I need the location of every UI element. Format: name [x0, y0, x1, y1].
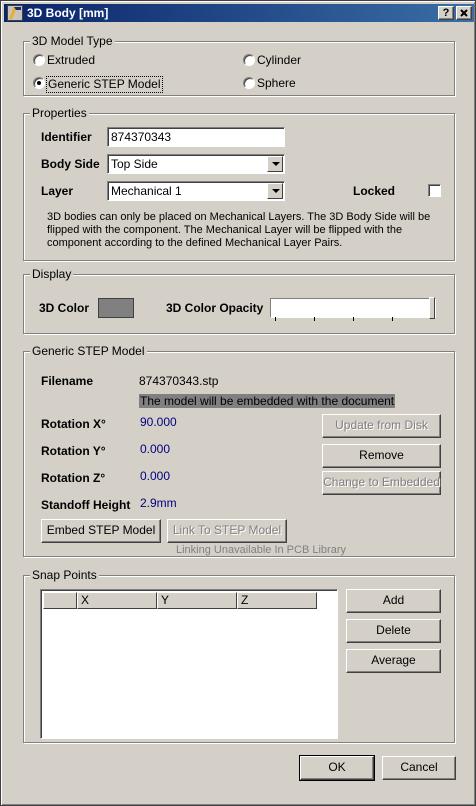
properties-note-line1: 3D bodies can only be placed on Mechanic…: [47, 211, 431, 223]
locked-checkbox[interactable]: [428, 184, 441, 197]
average-snap-points-button[interactable]: Average: [346, 649, 441, 673]
properties-note-line3: component according to the defined Mecha…: [47, 237, 343, 249]
title-bar[interactable]: 3D Body [mm] ?: [4, 4, 474, 22]
ok-button[interactable]: OK: [299, 755, 375, 781]
properties-note-line2: flipped with the component. The Mechanic…: [47, 224, 403, 236]
layer-select[interactable]: Mechanical 1: [107, 181, 285, 201]
layer-label: Layer: [41, 184, 74, 198]
radio-cylinder-label: Cylinder: [257, 53, 302, 67]
properties-group: Properties Identifier 874370343 Body Sid…: [23, 106, 455, 261]
opacity-slider[interactable]: [270, 297, 436, 321]
close-icon: [460, 9, 468, 17]
link-step-model-button[interactable]: Link To STEP Model: [167, 519, 287, 543]
rotation-x-label: Rotation X°: [41, 417, 106, 431]
model-type-legend: 3D Model Type: [30, 34, 115, 48]
opacity-slider-thumb[interactable]: [429, 297, 435, 319]
change-to-embedded-button[interactable]: Change to Embedded: [322, 471, 441, 495]
dialog-window: 3D Body [mm] ? 3D Model Type Extruded Cy…: [0, 0, 476, 806]
rotation-x-value[interactable]: 90.000: [140, 415, 177, 430]
chevron-down-icon[interactable]: [267, 183, 283, 199]
body-side-select[interactable]: Top Side: [107, 154, 285, 174]
properties-legend: Properties: [30, 106, 89, 120]
rotation-z-label: Rotation Z°: [41, 471, 106, 485]
display-group: Display 3D Color 3D Color Opacity: [23, 267, 455, 334]
column-header-blank[interactable]: [43, 592, 77, 609]
snap-points-list[interactable]: X Y Z: [40, 589, 338, 739]
step-model-group: Generic STEP Model Filename 874370343.st…: [23, 344, 455, 557]
body-side-value: Top Side: [111, 157, 158, 171]
embed-note: The model will be embedded with the docu…: [139, 394, 396, 408]
radio-sphere[interactable]: [243, 77, 255, 89]
column-header-z[interactable]: Z: [237, 592, 317, 609]
snap-points-group: Snap Points X Y Z Add Delete Average: [23, 568, 455, 743]
close-button[interactable]: [456, 6, 472, 20]
color-label: 3D Color: [39, 301, 90, 315]
add-snap-point-button[interactable]: Add: [346, 589, 441, 613]
radio-sphere-label: Sphere: [257, 76, 296, 90]
help-button[interactable]: ?: [438, 6, 454, 20]
app-icon: [7, 5, 23, 21]
column-header-x[interactable]: X: [77, 592, 157, 609]
radio-generic-step-label: Generic STEP Model: [46, 76, 163, 93]
rotation-y-label: Rotation Y°: [41, 444, 106, 458]
body-side-label: Body Side: [41, 157, 100, 171]
radio-cylinder[interactable]: [243, 54, 255, 66]
snap-points-legend: Snap Points: [30, 568, 99, 582]
identifier-label: Identifier: [41, 130, 92, 144]
identifier-input[interactable]: 874370343: [107, 127, 285, 147]
slider-tick: [392, 317, 393, 321]
filename-value: 874370343.stp: [139, 374, 219, 388]
rotation-y-value[interactable]: 0.000: [140, 442, 170, 457]
layer-value: Mechanical 1: [111, 184, 182, 198]
standoff-label: Standoff Height: [41, 498, 131, 512]
slider-tick: [353, 317, 354, 321]
model-type-group: 3D Model Type Extruded Cylinder Generic …: [23, 34, 455, 96]
link-unavailable-note: Linking Unavailable In PCB Library: [176, 544, 346, 556]
embed-step-model-button[interactable]: Embed STEP Model: [41, 519, 161, 543]
radio-generic-step[interactable]: [33, 77, 45, 89]
radio-extruded-label: Extruded: [47, 53, 96, 67]
standoff-value[interactable]: 2.9mm: [140, 496, 177, 511]
slider-tick: [314, 317, 315, 321]
delete-snap-point-button[interactable]: Delete: [346, 619, 441, 643]
chevron-down-icon[interactable]: [267, 156, 283, 172]
slider-tick: [275, 317, 276, 321]
locked-label: Locked: [353, 184, 396, 198]
opacity-label: 3D Color Opacity: [166, 301, 264, 315]
display-legend: Display: [30, 267, 74, 281]
update-from-disk-button[interactable]: Update from Disk: [322, 414, 441, 438]
radio-extruded[interactable]: [33, 54, 45, 66]
cancel-button[interactable]: Cancel: [382, 756, 456, 780]
window-title: 3D Body [mm]: [27, 6, 109, 20]
rotation-z-value[interactable]: 0.000: [140, 469, 170, 484]
remove-button[interactable]: Remove: [322, 444, 441, 468]
color-swatch[interactable]: [98, 298, 134, 318]
column-header-y[interactable]: Y: [157, 592, 237, 609]
step-model-legend: Generic STEP Model: [30, 344, 147, 358]
filename-label: Filename: [41, 374, 94, 388]
